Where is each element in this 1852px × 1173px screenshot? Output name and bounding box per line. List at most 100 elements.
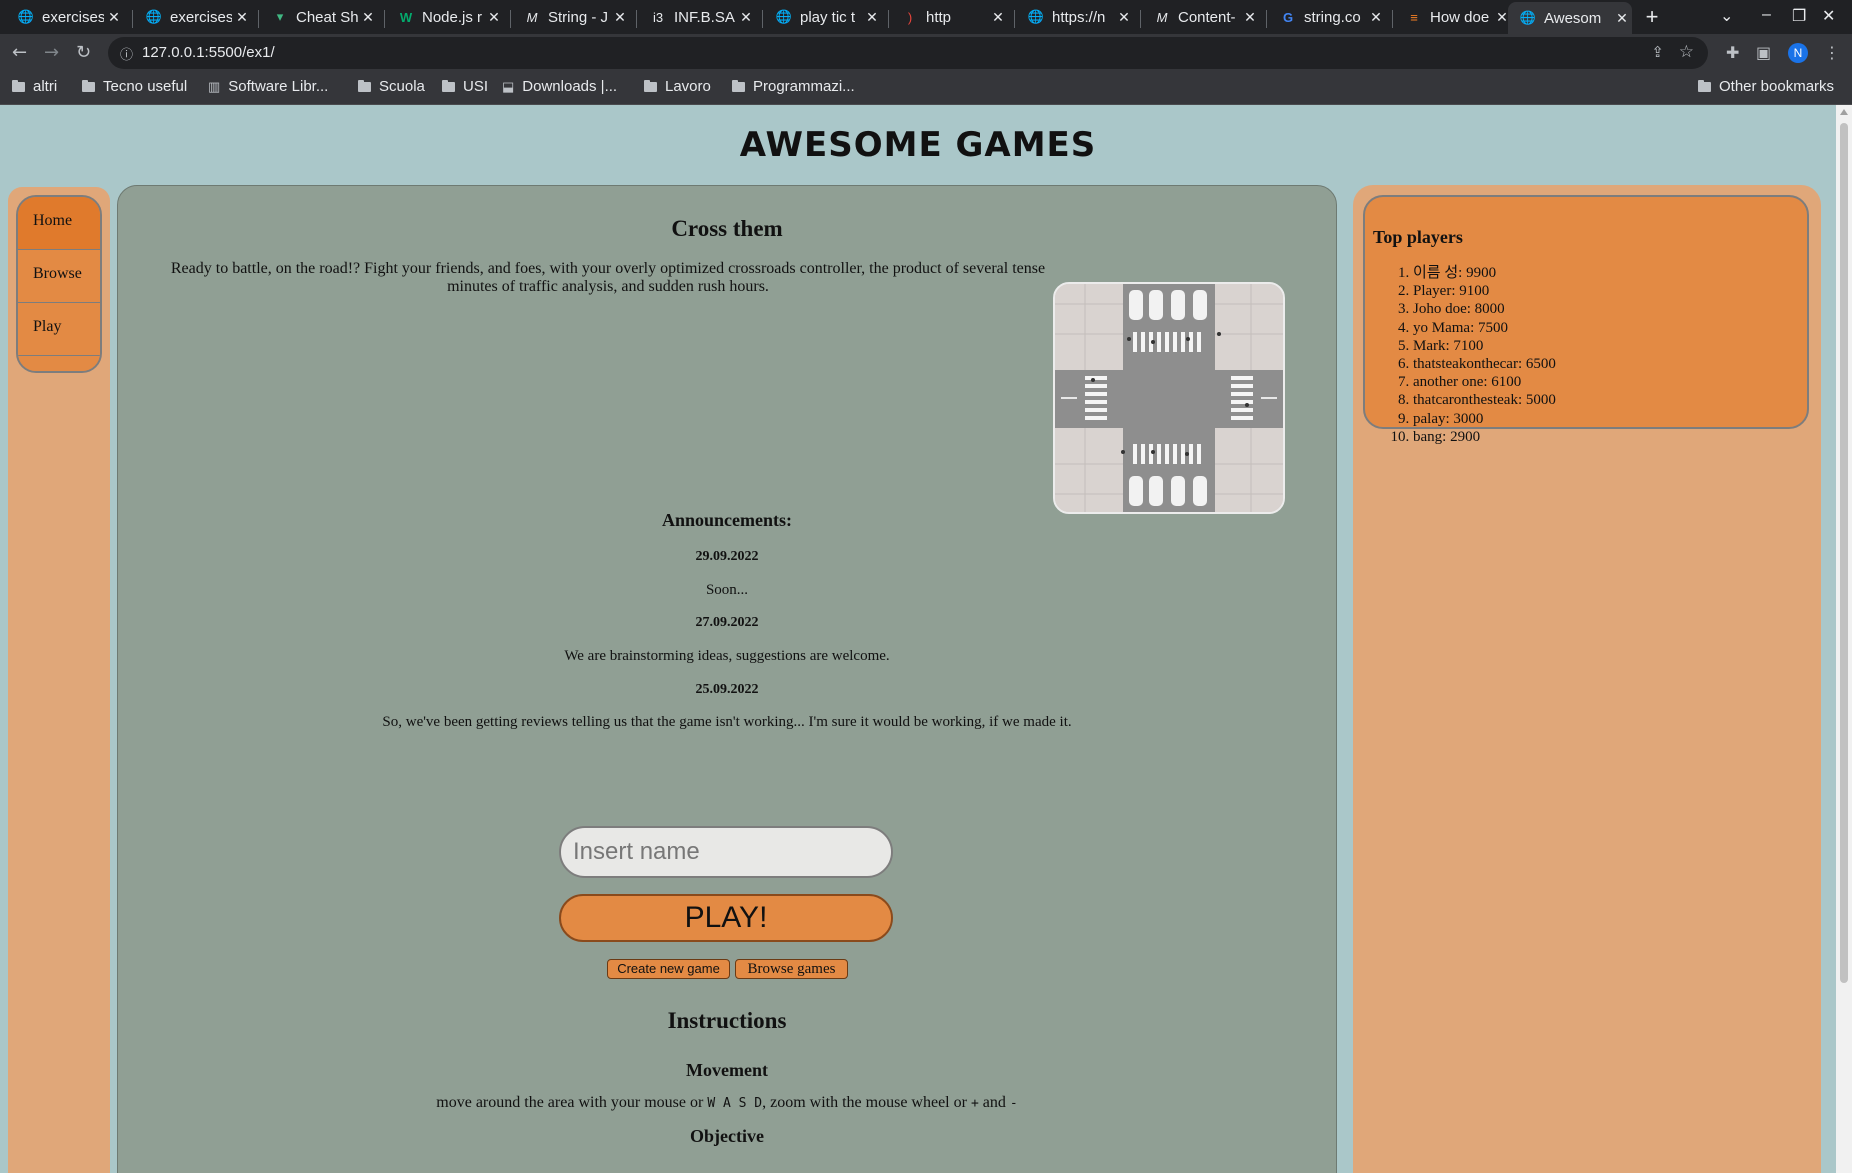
new-tab-button[interactable]: +: [1640, 6, 1664, 30]
forward-icon[interactable]: →: [44, 42, 59, 63]
tab[interactable]: W Node.js r ✕: [386, 4, 504, 30]
nav-item-edit[interactable]: Edit: [18, 356, 100, 371]
share-icon[interactable]: ⇪: [1651, 43, 1664, 61]
close-icon[interactable]: ✕: [988, 9, 1008, 26]
tab[interactable]: i3 INF.B.SA ✕: [638, 4, 756, 30]
globe-icon: 🌐: [17, 9, 35, 24]
bookmark-item[interactable]: Programmazi...: [732, 78, 855, 95]
announcement-date: 27.09.2022: [695, 615, 759, 630]
tab-active[interactable]: 🌐 Awesom ✕: [1508, 2, 1632, 34]
extensions-icon[interactable]: ✚: [1726, 43, 1739, 62]
vue-icon: ▾: [276, 9, 284, 24]
download-icon: ⬓: [502, 78, 515, 94]
bookmark-item[interactable]: Lavoro: [644, 78, 711, 95]
address-bar[interactable]: ⓘ 127.0.0.1:5500/ex1/ ⇪ ☆: [108, 37, 1708, 69]
bookmark-star-icon[interactable]: ☆: [1679, 42, 1694, 62]
list-item: palay: 3000: [1413, 410, 1556, 428]
tab[interactable]: M Content- ✕: [1142, 4, 1260, 30]
close-icon[interactable]: ✕: [862, 9, 882, 26]
tab-strip: 🌐 exercises ✕ 🌐 exercises ✕ ▾ Cheat Sh ✕ W Node…: [0, 0, 1852, 34]
building-icon: ▥: [208, 78, 221, 94]
close-icon[interactable]: ✕: [736, 9, 756, 26]
scrollbar-thumb[interactable]: [1840, 123, 1848, 983]
folder-icon: [442, 79, 455, 92]
nav-item-play[interactable]: Play: [18, 303, 100, 356]
list-item: Mark: 7100: [1413, 337, 1556, 355]
wasd-keys: W A S D: [707, 1096, 763, 1111]
globe-icon: 🌐: [145, 9, 163, 24]
close-icon[interactable]: ✕: [358, 9, 378, 26]
list-item: thatsteakonthecar: 6500: [1413, 355, 1556, 373]
folder-icon: [12, 79, 25, 92]
site-title: Awesome Games: [739, 125, 1097, 165]
announcements-heading: Announcements:: [661, 510, 792, 530]
tab[interactable]: 🌐 play tic t ✕: [764, 4, 882, 30]
create-new-game-button[interactable]: Create new game: [607, 959, 730, 979]
page-scrollbar[interactable]: [1836, 105, 1852, 1173]
bookmark-item[interactable]: USI: [442, 78, 488, 95]
close-icon[interactable]: ✕: [1366, 9, 1386, 26]
bookmark-item[interactable]: Tecno useful: [82, 78, 187, 95]
close-icon[interactable]: ✕: [1240, 9, 1260, 26]
nav-item-browse[interactable]: Browse: [18, 250, 100, 303]
tab[interactable]: 🌐 exercises ✕: [134, 4, 252, 30]
globe-icon: 🌐: [1519, 10, 1537, 25]
avatar[interactable]: N: [1788, 43, 1808, 63]
game-title: Cross them: [671, 216, 783, 241]
tab[interactable]: ▾ Cheat Sh ✕: [260, 4, 378, 30]
tab[interactable]: 🌐 exercises ✕: [6, 4, 124, 30]
back-icon[interactable]: ←: [12, 42, 27, 63]
tab[interactable]: ) http ✕: [890, 4, 1008, 30]
tab[interactable]: M String - J ✕: [512, 4, 630, 30]
bookmark-item[interactable]: ⬓ Downloads |...: [502, 78, 617, 95]
list-item: another one: 6100: [1413, 373, 1556, 391]
main-nav: Home Browse Play Edit: [16, 195, 102, 373]
list-item: bang: 2900: [1413, 428, 1556, 446]
w3-icon: W: [399, 9, 413, 25]
tab[interactable]: Gstring.co ✕: [1268, 4, 1386, 30]
reload-icon[interactable]: ↻: [76, 42, 91, 63]
page-viewport: Awesome Games Home Browse Play Edit Cros…: [0, 105, 1836, 1173]
list-item: thatcaronthesteak: 5000: [1413, 391, 1556, 409]
close-icon[interactable]: ✕: [1114, 9, 1134, 26]
tab[interactable]: ≡ How doe ✕: [1394, 4, 1512, 30]
close-icon[interactable]: ✕: [1612, 10, 1632, 27]
close-window-icon[interactable]: ✕: [1822, 6, 1835, 26]
globe-icon: 🌐: [775, 9, 793, 24]
announcement-date: 25.09.2022: [695, 682, 759, 697]
top-players-title: Top players: [1373, 227, 1463, 247]
zoom-out-key: -: [1009, 1096, 1018, 1111]
other-bookmarks[interactable]: Other bookmarks: [1698, 78, 1834, 95]
menu-icon[interactable]: ⋮: [1824, 43, 1840, 62]
close-icon[interactable]: ✕: [484, 9, 504, 26]
close-icon[interactable]: ✕: [104, 9, 124, 26]
site-info-icon[interactable]: ⓘ: [120, 44, 133, 63]
url-text[interactable]: 127.0.0.1:5500/ex1/: [142, 44, 275, 61]
mdn-icon: M: [1156, 9, 1168, 25]
name-input[interactable]: Insert name: [559, 826, 893, 878]
bookmark-item[interactable]: Scuola: [358, 78, 425, 95]
google-icon: G: [1282, 9, 1294, 25]
side-panel-icon[interactable]: ▣: [1756, 43, 1771, 62]
list-item: Joho doe: 8000: [1413, 300, 1556, 318]
tab[interactable]: 🌐 https://n ✕: [1016, 4, 1134, 30]
tab-search-icon[interactable]: ⌄: [1720, 6, 1733, 26]
close-icon[interactable]: ✕: [232, 9, 252, 26]
bookmark-item[interactable]: altri: [12, 78, 57, 95]
minimize-icon[interactable]: –: [1762, 6, 1771, 24]
maximize-icon[interactable]: ❐: [1792, 6, 1806, 26]
right-sidebar: Top players 이름 성: 9900 Player: 9100 Joho…: [1353, 185, 1821, 1173]
folder-icon: [358, 79, 371, 92]
close-icon[interactable]: ✕: [610, 9, 630, 26]
announcement-text: So, we've been getting reviews telling u…: [382, 714, 1072, 730]
folder-icon: [732, 79, 745, 92]
scroll-up-icon[interactable]: [1840, 109, 1848, 115]
browse-games-button[interactable]: Browse games: [735, 959, 848, 979]
bookmark-item[interactable]: ▥ Software Libr...: [208, 78, 328, 95]
play-button[interactable]: PLAY!: [559, 894, 893, 942]
list-item: Player: 9100: [1413, 282, 1556, 300]
movement-text: move around the area with your mouse or …: [436, 1094, 1018, 1111]
movement-heading: Movement: [686, 1060, 768, 1080]
nav-item-home[interactable]: Home: [18, 197, 100, 250]
mdn-icon: M: [526, 9, 538, 25]
